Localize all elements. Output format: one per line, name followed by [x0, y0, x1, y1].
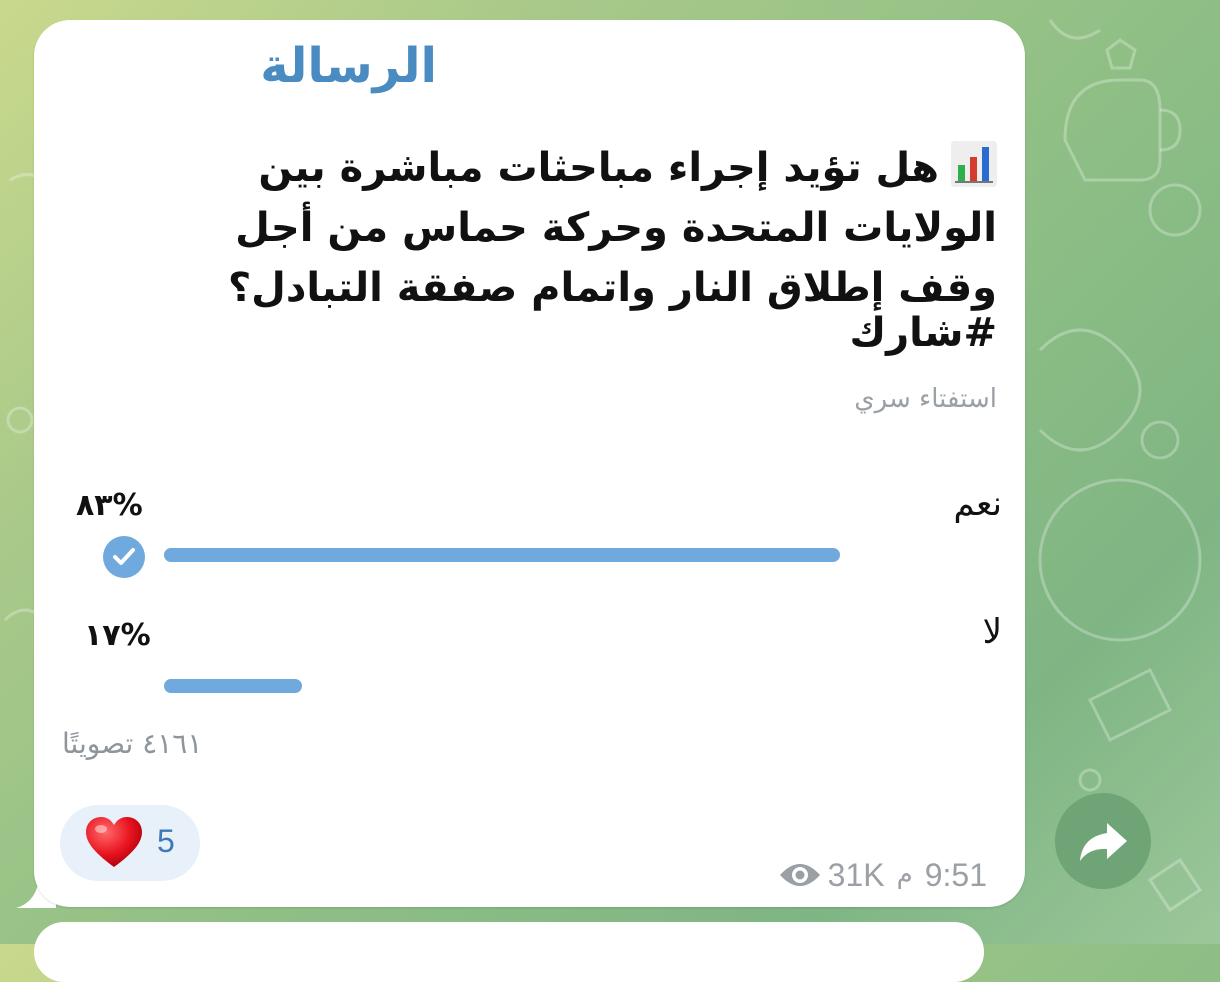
- poll-type-label: استفتاء سري: [854, 384, 997, 414]
- message-meta: 31K م 9:51: [778, 853, 987, 897]
- views-count: 31K: [827, 856, 885, 893]
- heart-reaction-button[interactable]: 5: [60, 805, 200, 881]
- poll-question: هل تؤيد إجراء مباحثات مباشرة بين الولايا…: [137, 138, 997, 318]
- bar-chart-icon: [951, 141, 997, 187]
- eye-icon: [779, 864, 820, 886]
- heart-icon: [86, 817, 142, 867]
- poll-option-no-label: لا: [982, 612, 1002, 652]
- time-period: م: [896, 860, 913, 890]
- poll-question-text: هل تؤيد إجراء مباحثات مباشرة بين الولايا…: [227, 145, 997, 311]
- poll-total-votes: ٤١٦١ تصويتًا: [62, 727, 203, 760]
- share-arrow-icon: [1080, 823, 1127, 861]
- message-time: 9:51: [924, 856, 987, 893]
- channel-name[interactable]: الرسالة: [260, 38, 437, 94]
- next-message-bubble: [34, 922, 984, 982]
- selected-check-icon: [103, 536, 145, 578]
- poll-option-yes-percent: ٨٣%: [76, 488, 143, 523]
- poll-option-yes-bar: [164, 548, 840, 562]
- poll-option-yes-label: نعم: [953, 484, 1003, 524]
- reaction-count: 5: [157, 823, 175, 859]
- hashtag-link[interactable]: #شارك: [849, 310, 997, 356]
- poll-option-no-percent: ١٧%: [84, 618, 151, 653]
- share-button[interactable]: [1055, 793, 1151, 889]
- poll-option-no-bar: [164, 679, 302, 693]
